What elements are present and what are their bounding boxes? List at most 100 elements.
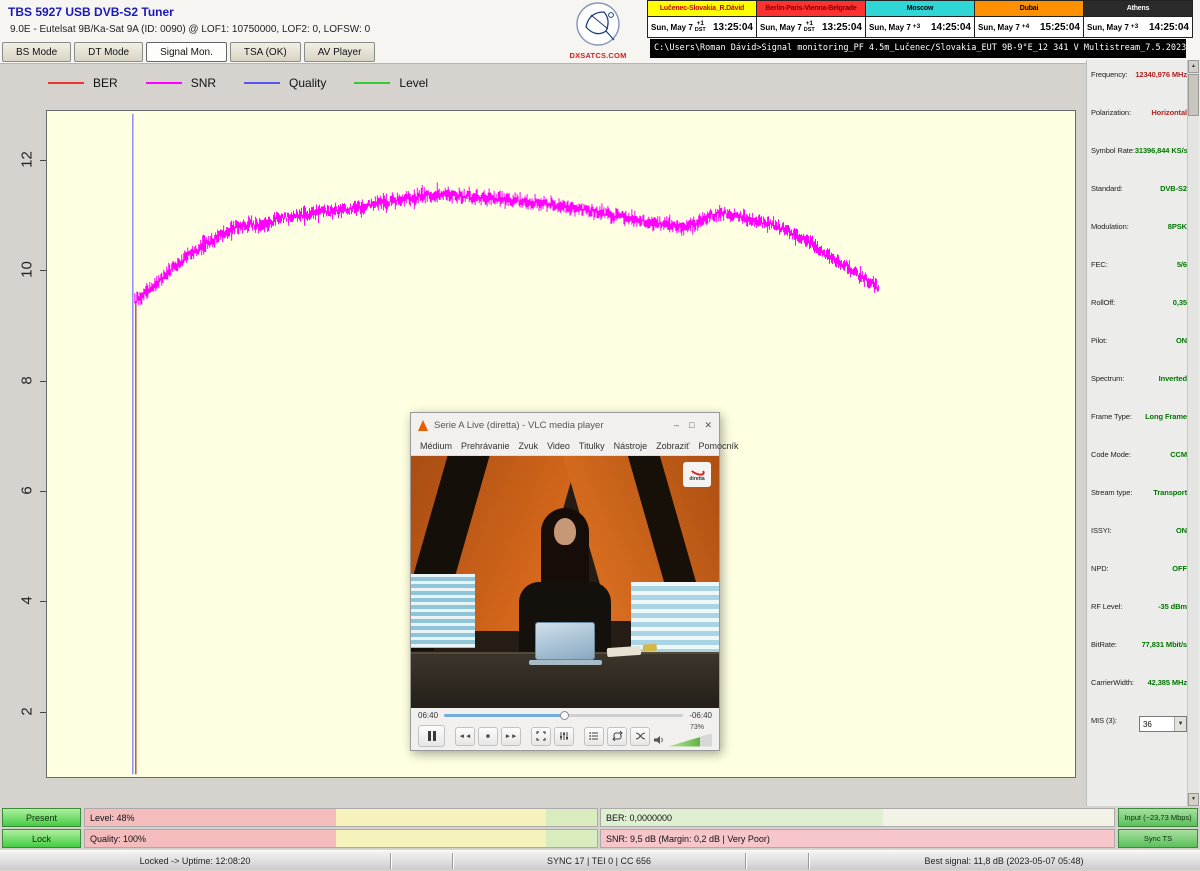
- pause-button[interactable]: [418, 725, 445, 747]
- param-row-issyi: ISSYI:ON: [1091, 524, 1187, 562]
- clock-lucenec: Lučenec-Slovakia_R.Dávid Sun, May 7 +1DS…: [647, 0, 757, 38]
- video-frame[interactable]: diretta: [411, 456, 719, 708]
- y-tick-label: 4: [19, 589, 36, 613]
- snr-line-swatch: [146, 82, 182, 84]
- clock-time: 14:25:04: [1149, 22, 1189, 33]
- status-row-2: Lock Quality: 100% SNR: 9,5 dB (Margin: …: [0, 829, 1200, 848]
- y-tick: [40, 601, 46, 602]
- legend-label: Level: [399, 76, 428, 90]
- param-row-standard: Standard:DVB-S2: [1091, 182, 1187, 220]
- param-list: Frequency:12340,976 MHz Polarization:Hor…: [1091, 68, 1187, 752]
- statusbar-divider: [390, 853, 392, 869]
- param-row-spectrum: Spectrum:Inverted: [1091, 372, 1187, 410]
- menu-medium[interactable]: Médium: [420, 441, 452, 451]
- satellite-dish-icon: [570, 1, 626, 49]
- legend-label: SNR: [191, 76, 216, 90]
- clock-utc-offset: +1DST: [804, 21, 815, 33]
- clock-utc-offset: +1DST: [695, 21, 706, 33]
- scroll-down-arrow-icon[interactable]: ▼: [1188, 793, 1199, 806]
- tab-dt-mode[interactable]: DT Mode: [74, 42, 143, 62]
- y-tick: [40, 381, 46, 382]
- params-sidebar: Frequency:12340,976 MHz Polarization:Hor…: [1086, 60, 1200, 806]
- clock-time: 13:25:04: [822, 22, 862, 33]
- best-signal-status: Best signal: 11,8 dB (2023-05-07 05:48): [810, 851, 1198, 871]
- seek-handle[interactable]: [560, 711, 569, 720]
- ber-bar: BER: 0,0000000: [600, 808, 1115, 827]
- laptop: [535, 622, 595, 660]
- legend-item-quality: Quality: [244, 76, 326, 90]
- scroll-up-arrow-icon[interactable]: ▲: [1188, 60, 1199, 73]
- param-row-mis: MIS (3): 36▼: [1091, 714, 1187, 752]
- lock-indicator: Lock: [2, 829, 81, 848]
- param-row-polarization: Polarization:Horizontal: [1091, 106, 1187, 144]
- menu-playback[interactable]: Prehrávanie: [461, 441, 510, 451]
- y-tick: [40, 160, 46, 161]
- menu-view[interactable]: Zobraziť: [656, 441, 689, 451]
- fullscreen-button[interactable]: [531, 727, 551, 746]
- legend-label: Quality: [289, 76, 326, 90]
- vlc-titlebar[interactable]: Serie A Live (diretta) - VLC media playe…: [411, 413, 719, 437]
- statusbar-divider: [808, 853, 810, 869]
- extended-settings-button[interactable]: [554, 727, 574, 746]
- param-row-rolloff: RollOff:0,35: [1091, 296, 1187, 334]
- param-row-fec: FEC:5/6: [1091, 258, 1187, 296]
- ber-line-swatch: [48, 82, 84, 84]
- clock-time: 15:25:04: [1040, 22, 1080, 33]
- time-elapsed: 06:40: [418, 711, 438, 720]
- clock-time-row: Sun, May 7 +3 14:25:04: [1084, 17, 1192, 37]
- clock-time-row: Sun, May 7 +4 15:25:04: [975, 17, 1083, 37]
- sync-ts-box: Sync TS: [1118, 829, 1198, 848]
- stop-button[interactable]: ■: [478, 727, 498, 746]
- legend-label: BER: [93, 76, 118, 90]
- menu-help[interactable]: Pomocník: [699, 441, 739, 451]
- statusbar: Locked -> Uptime: 12:08:20 SYNC 17 | TEI…: [0, 850, 1200, 870]
- y-tick-label: 8: [19, 368, 36, 392]
- clock-date: Sun, May 7: [651, 23, 693, 32]
- volume-slider[interactable]: [668, 734, 712, 747]
- param-row-code-mode: Code Mode:CCM: [1091, 448, 1187, 486]
- sidebar-scrollbar[interactable]: ▲ ▼: [1187, 60, 1199, 806]
- close-button[interactable]: ✕: [704, 420, 712, 431]
- previous-button[interactable]: ◄◄: [455, 727, 475, 746]
- level-bar: Level: 48%: [84, 808, 598, 827]
- tab-av-player[interactable]: AV Player: [304, 42, 376, 62]
- chevron-down-icon[interactable]: ▼: [1174, 717, 1186, 731]
- clock-time-row: Sun, May 7 +1DST 13:25:04: [648, 17, 756, 37]
- mis-select[interactable]: 36▼: [1139, 716, 1187, 732]
- y-tick-label: 10: [19, 258, 36, 282]
- loop-button[interactable]: [607, 727, 627, 746]
- input-bitrate-box: Input (~23,73 Mbps): [1118, 808, 1198, 827]
- console-window[interactable]: C:\Users\Roman Dávid>Signal monitoring_P…: [650, 39, 1186, 58]
- shuffle-icon: [635, 731, 646, 741]
- clock-berlin: Berlin-Paris-Vienna-Belgrade Sun, May 7 …: [756, 0, 866, 38]
- tab-signal-mon[interactable]: Signal Mon.: [146, 42, 227, 62]
- time-remaining: -06:40: [689, 711, 712, 720]
- next-button[interactable]: ►►: [501, 727, 521, 746]
- tab-bs-mode[interactable]: BS Mode: [2, 42, 71, 62]
- clock-city: Dubai: [975, 1, 1083, 17]
- quality-line-swatch: [244, 82, 280, 84]
- led-screen-left: [411, 574, 475, 648]
- clock-dubai: Dubai Sun, May 7 +4 15:25:04: [974, 0, 1084, 38]
- menu-tools[interactable]: Nástroje: [614, 441, 648, 451]
- clock-date: Sun, May 7: [869, 23, 911, 32]
- menu-audio[interactable]: Zvuk: [519, 441, 539, 451]
- clock-city: Lučenec-Slovakia_R.Dávid: [648, 1, 756, 17]
- param-row-frequency: Frequency:12340,976 MHz: [1091, 68, 1187, 106]
- scrollbar-thumb[interactable]: [1188, 74, 1199, 116]
- clock-moscow: Moscow Sun, May 7 +3 14:25:04: [865, 0, 975, 38]
- menu-video[interactable]: Video: [547, 441, 570, 451]
- channel-logo-caption: diretta: [689, 476, 704, 482]
- maximize-button[interactable]: □: [689, 420, 694, 431]
- clock-utc-offset: +3: [913, 24, 920, 31]
- clock-utc-offset: +3: [1131, 24, 1138, 31]
- playlist-button[interactable]: [584, 727, 604, 746]
- seek-slider[interactable]: [444, 714, 683, 717]
- menu-subtitles[interactable]: Titulky: [579, 441, 605, 451]
- y-tick: [40, 712, 46, 713]
- shuffle-button[interactable]: [630, 727, 650, 746]
- tab-tsa[interactable]: TSA (OK): [230, 42, 301, 62]
- minimize-button[interactable]: –: [674, 420, 679, 431]
- snr-trace: [135, 182, 879, 305]
- present-indicator: Present: [2, 808, 81, 827]
